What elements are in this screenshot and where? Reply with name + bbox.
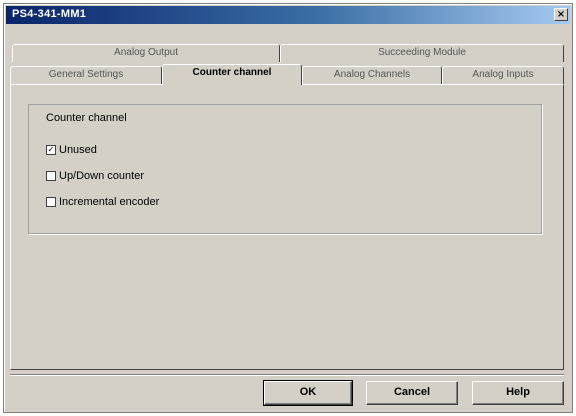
title-bar[interactable]: PS4-341-MM1 × [6, 6, 570, 24]
option-incremental-encoder[interactable]: Incremental encoder [46, 195, 159, 209]
tab-analog-channels[interactable]: Analog Channels [302, 66, 442, 84]
tab-label: Succeeding Module [378, 47, 466, 58]
tab-analog-output[interactable]: Analog Output [12, 44, 280, 62]
tab-label: Analog Inputs [472, 69, 534, 80]
tab-label: Analog Output [114, 47, 178, 58]
option-label: Up/Down counter [59, 170, 144, 182]
checkbox-incremental-encoder[interactable] [46, 197, 56, 207]
tab-general-settings[interactable]: General Settings [10, 66, 162, 84]
checkbox-unused[interactable]: ✓ [46, 145, 56, 155]
tab-analog-inputs[interactable]: Analog Inputs [442, 66, 564, 84]
option-label: Incremental encoder [59, 196, 160, 208]
help-button[interactable]: Help [472, 381, 564, 405]
option-unused[interactable]: ✓ Unused [46, 143, 97, 157]
cancel-button[interactable]: Cancel [366, 381, 458, 405]
window-title: PS4-341-MM1 [12, 8, 87, 20]
check-mark-icon: ✓ [47, 145, 55, 154]
option-up-down-counter[interactable]: Up/Down counter [46, 169, 144, 183]
checkbox-up-down-counter[interactable] [46, 171, 56, 181]
ok-button[interactable]: OK [263, 380, 353, 406]
tab-succeeding-module[interactable]: Succeeding Module [280, 44, 564, 62]
option-label: Unused [59, 144, 97, 156]
bottom-separator [10, 374, 564, 376]
tab-label: General Settings [48, 69, 124, 80]
tab-label: Analog Channels [333, 69, 411, 80]
tab-counter-channel[interactable]: Counter channel [162, 64, 302, 85]
close-icon[interactable]: × [554, 8, 568, 21]
counter-group-title: Counter channel [46, 112, 127, 124]
tab-label: Counter channel [192, 67, 272, 78]
